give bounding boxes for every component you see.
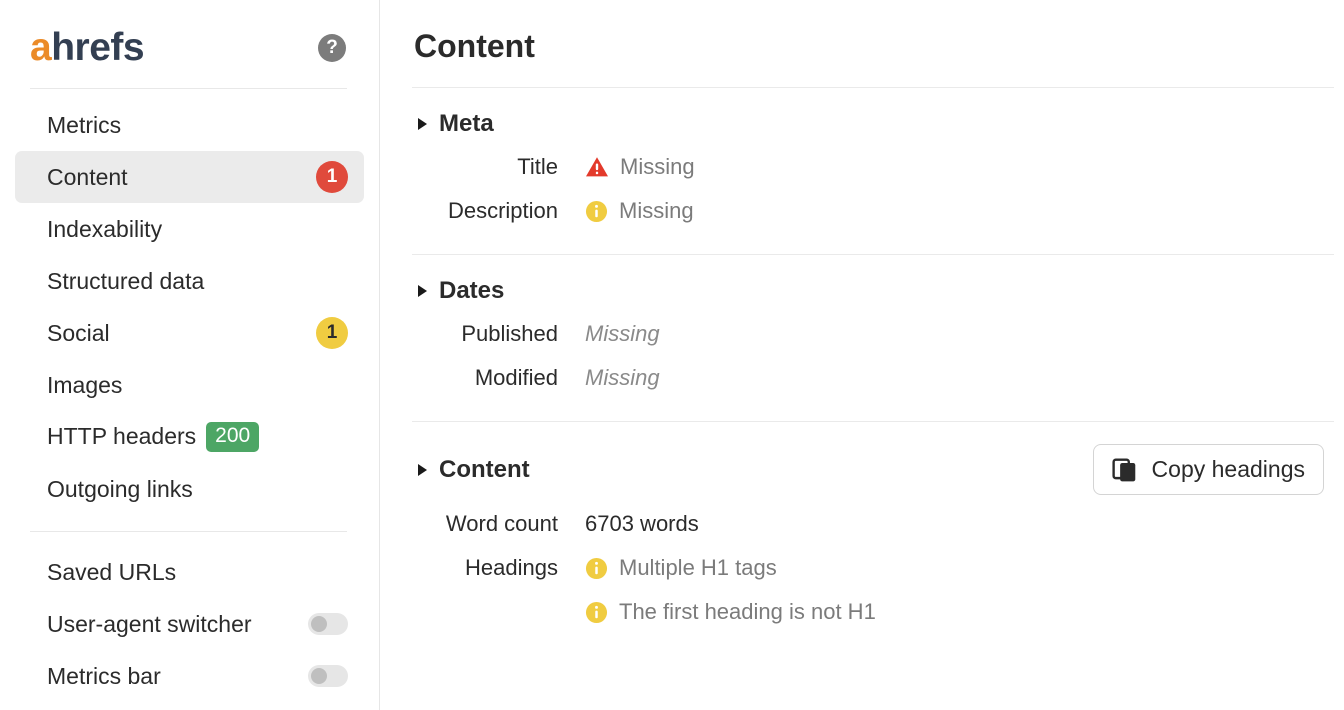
sidebar-item-metrics-bar[interactable]: Metrics bar <box>15 650 364 702</box>
sidebar: ahrefs ? Metrics Content 1 Indexability … <box>0 0 380 710</box>
row-value: Missing <box>620 154 695 179</box>
sidebar-nav: Metrics Content 1 Indexability Structure… <box>0 89 379 702</box>
chevron-right-icon <box>418 463 427 476</box>
sidebar-item-label: User-agent switcher <box>47 610 252 637</box>
row-value: Missing <box>619 198 694 223</box>
row-value: 6703 words <box>585 511 699 536</box>
row-value-wrapper: Missing <box>558 152 695 182</box>
section-title: Meta <box>439 110 494 137</box>
status-badge-http-status: 200 <box>206 421 260 453</box>
section-header-meta: Meta <box>412 110 1334 138</box>
sidebar-item-indexability[interactable]: Indexability <box>15 203 364 255</box>
row-value: The first heading is not H1 <box>619 599 876 624</box>
row-meta-title: Title Missing <box>412 152 1334 182</box>
sidebar-item-label: Indexability <box>47 215 163 242</box>
ahrefs-logo[interactable]: ahrefs <box>30 26 145 69</box>
row-value-wrapper: Missing <box>558 319 660 349</box>
row-label: Title <box>517 154 558 179</box>
toggle-knob <box>311 668 327 684</box>
row-value: Multiple H1 tags <box>619 555 777 580</box>
sidebar-item-label: Metrics <box>47 111 122 138</box>
sidebar-divider-bottom <box>30 531 347 532</box>
sidebar-item-label: Saved URLs <box>47 558 177 585</box>
sidebar-header: ahrefs ? <box>0 0 379 67</box>
sidebar-item-metrics[interactable]: Metrics <box>15 99 364 151</box>
toggle-metrics-bar[interactable] <box>308 665 348 687</box>
copy-headings-label: Copy headings <box>1151 456 1305 482</box>
copy-headings-button[interactable]: Copy headings <box>1092 444 1324 495</box>
row-label: Published <box>461 321 558 346</box>
section-toggle-dates[interactable]: Dates <box>412 277 504 305</box>
info-icon <box>585 200 608 222</box>
toggle-knob <box>311 616 327 632</box>
sidebar-item-label: Structured data <box>47 267 205 294</box>
sidebar-item-label: Images <box>47 371 123 398</box>
sidebar-item-images[interactable]: Images <box>15 359 364 411</box>
section-title: Dates <box>439 277 505 304</box>
row-value-wrapper: The first heading is not H1 <box>558 597 876 627</box>
row-value-wrapper: 6703 words <box>558 509 699 539</box>
sidebar-item-structured-data[interactable]: Structured data <box>15 255 364 307</box>
sidebar-item-http-headers[interactable]: HTTP headers 200 <box>15 411 364 463</box>
sidebar-item-content[interactable]: Content 1 <box>15 151 364 203</box>
row-value: Missing <box>585 321 660 346</box>
row-content-headings-secondary: The first heading is not H1 <box>412 597 1334 627</box>
section-meta: Meta Title Missing Description Missing <box>412 88 1334 226</box>
help-icon[interactable]: ? <box>318 33 346 62</box>
row-value-wrapper: Missing <box>558 196 694 226</box>
sidebar-item-outgoing-links[interactable]: Outgoing links <box>15 463 364 515</box>
row-value-wrapper: Multiple H1 tags <box>558 553 777 583</box>
row-meta-description: Description Missing <box>412 196 1334 226</box>
copy-icon <box>1111 458 1135 481</box>
sidebar-item-label: Content <box>47 163 128 190</box>
info-icon <box>585 601 608 623</box>
sidebar-item-label: Metrics bar <box>47 662 161 689</box>
section-dates: Dates Published Missing Modified Missing <box>412 255 1334 393</box>
info-icon <box>585 557 608 579</box>
section-content: Content Copy headings Word count 6703 wo… <box>412 422 1334 627</box>
row-value: Missing <box>585 365 660 390</box>
section-title: Content <box>439 455 530 483</box>
page-title: Content <box>414 28 535 64</box>
row-value-wrapper: Missing <box>558 363 660 393</box>
status-badge-social: 1 <box>316 317 348 349</box>
logo-letter-a: a <box>30 26 52 69</box>
logo-text-rest: hrefs <box>51 26 145 69</box>
section-header-content: Content Copy headings <box>412 444 1334 495</box>
main-panel: Content Meta Title Missing Description M… <box>380 0 1344 710</box>
sidebar-item-user-agent-switcher[interactable]: User-agent switcher <box>15 598 364 650</box>
row-label: Headings <box>465 555 558 580</box>
row-dates-published: Published Missing <box>412 319 1334 349</box>
warning-icon <box>586 157 608 177</box>
row-content-headings: Headings Multiple H1 tags <box>412 553 1334 583</box>
chevron-right-icon <box>418 118 427 130</box>
sidebar-item-label: Social <box>47 319 110 346</box>
sidebar-item-label: HTTP headers <box>47 423 197 450</box>
row-dates-modified: Modified Missing <box>412 363 1334 393</box>
row-label: Word count <box>445 511 558 536</box>
row-label: Modified <box>474 365 558 390</box>
section-toggle-meta[interactable]: Meta <box>412 110 494 138</box>
sidebar-item-social[interactable]: Social 1 <box>15 307 364 359</box>
sidebar-item-saved-urls[interactable]: Saved URLs <box>15 546 364 598</box>
app-root: ahrefs ? Metrics Content 1 Indexability … <box>0 0 1344 710</box>
row-label: Description <box>447 198 558 223</box>
section-header-dates: Dates <box>412 277 1334 305</box>
sidebar-item-label: Outgoing links <box>47 475 193 502</box>
chevron-right-icon <box>418 285 427 297</box>
status-badge-content: 1 <box>316 161 348 193</box>
toggle-user-agent-switcher[interactable] <box>308 613 348 635</box>
section-toggle-content[interactable]: Content <box>412 456 530 484</box>
row-content-word-count: Word count 6703 words <box>412 509 1334 539</box>
